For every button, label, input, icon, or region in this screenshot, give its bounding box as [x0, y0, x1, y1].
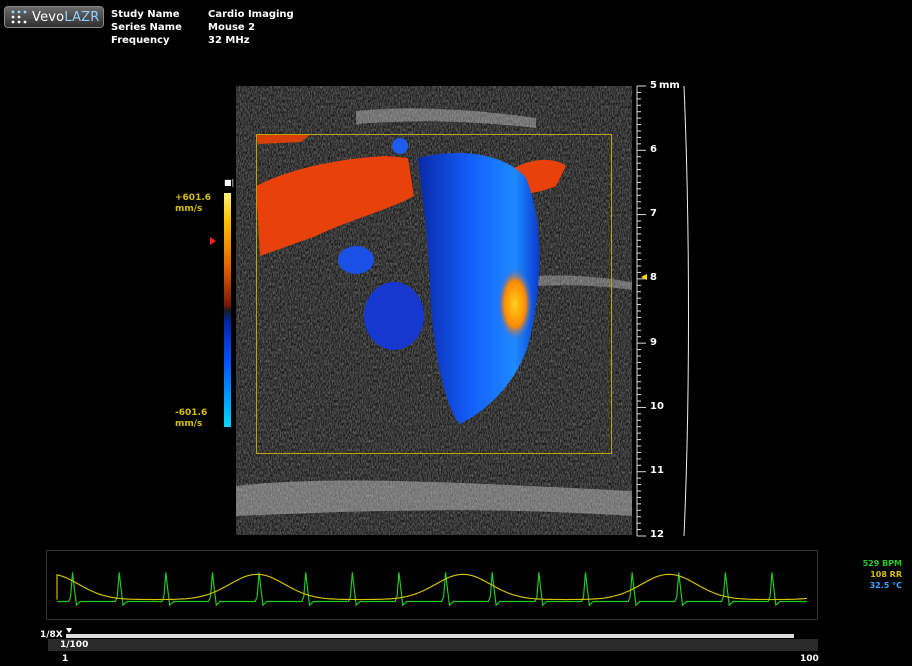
frequency-value: 32 MHz [208, 35, 250, 46]
depth-label-5: 5 [650, 80, 657, 91]
series-name-label: Series Name [111, 22, 182, 33]
depth-unit-label: mm [659, 80, 680, 91]
frequency-label: Frequency [111, 35, 170, 46]
respiration-trace [56, 573, 808, 601]
frame-counter: 1/100 [60, 640, 89, 650]
heart-rate-readout: 529 BPM [862, 559, 902, 568]
depth-label-6: 6 [650, 144, 657, 155]
vevo-logo: VevoLAZR [4, 6, 104, 28]
ecg-trace [57, 572, 807, 607]
velocity-max-label: +601.6 mm/s [175, 193, 211, 215]
depth-ruler [636, 85, 689, 537]
physiology-trace [46, 550, 818, 620]
range-end-label: 100 [800, 654, 819, 664]
depth-label-10: 10 [650, 401, 664, 412]
color-doppler-roi[interactable] [256, 134, 612, 454]
study-name-value: Cardio Imaging [208, 9, 294, 20]
depth-label-7: 7 [650, 208, 657, 219]
velocity-color-bar [224, 193, 231, 427]
series-name-value: Mouse 2 [208, 22, 256, 33]
vevo-dots-icon [11, 10, 27, 24]
velocity-max-value: +601.6 [175, 193, 212, 203]
study-name-label: Study Name [111, 9, 180, 20]
velocity-min-unit: mm/s [175, 419, 203, 429]
baseline-marker-icon[interactable] [210, 237, 216, 245]
focus-depth-marker-icon[interactable] [641, 274, 647, 280]
range-start-label: 1 [62, 654, 69, 664]
timeline-playhead-icon[interactable] [66, 628, 72, 633]
study-info: Study Name Cardio Imaging Series Name Mo… [111, 8, 294, 47]
velocity-min-label: -601.6 mm/s [175, 408, 207, 430]
series-name-row: Series Name Mouse 2 [111, 21, 294, 34]
velocity-min-value: -601.6 [175, 408, 208, 418]
depth-label-11: 11 [650, 465, 664, 476]
timeline-bar[interactable] [66, 634, 794, 638]
depth-label-12: 12 [650, 529, 664, 540]
depth-label-9: 9 [650, 337, 657, 348]
temperature-readout: 32.5 °C [869, 581, 902, 590]
velocity-max-unit: mm/s [175, 204, 203, 214]
logo-text: VevoLAZR [32, 10, 100, 25]
baseline-icon[interactable]: ■| [224, 178, 234, 187]
frequency-row: Frequency 32 MHz [111, 34, 294, 47]
study-name-row: Study Name Cardio Imaging [111, 8, 294, 21]
frame-scrub-bar[interactable] [48, 639, 818, 651]
depth-label-8: 8 [650, 272, 657, 283]
resp-rate-readout: 108 RR [870, 570, 902, 579]
